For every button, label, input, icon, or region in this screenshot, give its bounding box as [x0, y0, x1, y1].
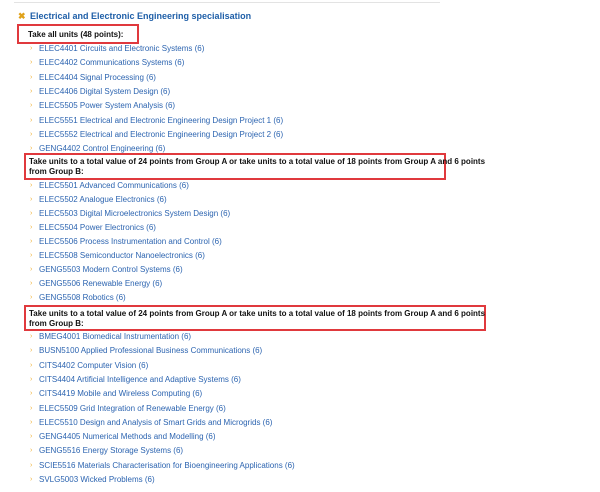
unit-list-item[interactable]: › ELEC5501 Advanced Communications (6) [30, 179, 189, 192]
chevron-right-icon: › [30, 390, 33, 398]
unit-list-item[interactable]: › GENG5506 Renewable Energy (6) [30, 277, 162, 290]
unit-list-item[interactable]: › GENG5508 Robotics (6) [30, 291, 126, 304]
top-divider [14, 2, 440, 3]
unit-list-item[interactable]: › CITS4419 Mobile and Wireless Computing … [30, 387, 202, 400]
unit-list-item[interactable]: › ELEC5509 Grid Integration of Renewable … [30, 402, 226, 415]
chevron-right-icon: › [30, 130, 33, 138]
unit-link[interactable]: ELEC5506 Process Instrumentation and Con… [39, 237, 222, 246]
chevron-right-icon: › [30, 433, 33, 441]
unit-link[interactable]: ELEC5502 Analogue Electronics (6) [39, 195, 167, 204]
chevron-right-icon: › [30, 182, 33, 189]
chevron-right-icon: › [30, 447, 33, 455]
unit-link[interactable]: ELEC5503 Digital Microelectronics System… [39, 209, 230, 218]
unit-link[interactable]: SVLG5003 Wicked Problems (6) [39, 475, 155, 484]
group3-heading-line2: from Group B: [29, 319, 84, 328]
unit-link[interactable]: ELEC5509 Grid Integration of Renewable E… [39, 404, 226, 413]
unit-link[interactable]: GENG5506 Renewable Energy (6) [39, 279, 162, 288]
unit-list-item[interactable]: › ELEC5510 Design and Analysis of Smart G… [30, 416, 272, 429]
unit-link[interactable]: GENG4402 Control Engineering (6) [39, 144, 165, 153]
chevron-right-icon: › [30, 266, 33, 273]
unit-list-item[interactable]: › ELEC5506 Process Instrumentation and Co… [30, 235, 222, 248]
unit-link[interactable]: ELEC5551 Electrical and Electronic Engin… [39, 116, 283, 125]
unit-list-item[interactable]: › ELEC4402 Communications Systems (6) [30, 56, 184, 69]
chevron-right-icon: › [30, 252, 33, 259]
unit-link[interactable]: BUSN5100 Applied Professional Business C… [39, 346, 262, 355]
chevron-right-icon: › [30, 333, 33, 340]
specialisation-title[interactable]: Electrical and Electronic Engineering sp… [30, 11, 251, 21]
unit-link[interactable]: ELEC5501 Advanced Communications (6) [39, 181, 189, 190]
unit-link[interactable]: CITS4402 Computer Vision (6) [39, 361, 148, 370]
unit-list-item[interactable]: › ELEC5551 Electrical and Electronic Engi… [30, 114, 283, 127]
group3-heading-line1: Take units to a total value of 24 points… [29, 309, 486, 318]
unit-link[interactable]: SCIE5516 Materials Characterisation for … [39, 461, 295, 470]
chevron-right-icon: › [30, 375, 33, 383]
unit-list-item[interactable]: › ELEC5505 Power System Analysis (6) [30, 99, 175, 112]
unit-link[interactable]: ELEC4404 Signal Processing (6) [39, 73, 156, 82]
chevron-right-icon: › [30, 210, 33, 217]
unit-list-item[interactable]: › ELEC5504 Power Electronics (6) [30, 221, 156, 234]
chevron-right-icon: › [30, 418, 33, 426]
unit-link[interactable]: ELEC5505 Power System Analysis (6) [39, 101, 175, 110]
chevron-right-icon: › [30, 102, 33, 110]
unit-list-item[interactable]: › CITS4402 Computer Vision (6) [30, 359, 148, 372]
chevron-right-icon: › [30, 294, 33, 301]
chevron-right-icon: › [30, 347, 33, 355]
specialisation-header[interactable]: ✖ Electrical and Electronic Engineering … [18, 9, 251, 23]
unit-list-item[interactable]: › SCIE5516 Materials Characterisation for… [30, 459, 295, 472]
chevron-right-icon: › [30, 238, 33, 245]
unit-list-item[interactable]: › SVLG5003 Wicked Problems (6) [30, 473, 155, 486]
unit-link[interactable]: ELEC5504 Power Electronics (6) [39, 223, 156, 232]
unit-link[interactable]: ELEC5552 Electrical and Electronic Engin… [39, 130, 283, 139]
chevron-right-icon: › [30, 196, 33, 203]
unit-link[interactable]: CITS4419 Mobile and Wireless Computing (… [39, 389, 202, 398]
unit-link[interactable]: ELEC4402 Communications Systems (6) [39, 58, 184, 67]
unit-list-item[interactable]: › GENG5503 Modern Control Systems (6) [30, 263, 183, 276]
unit-list-item[interactable]: › ELEC4401 Circuits and Electronic System… [30, 42, 204, 55]
unit-list-item[interactable]: › GENG4405 Numerical Methods and Modellin… [30, 430, 216, 443]
chevron-right-icon: › [30, 59, 33, 67]
chevron-right-icon: › [30, 476, 33, 483]
unit-list-item[interactable]: › ELEC5503 Digital Microelectronics Syste… [30, 207, 230, 220]
unit-link[interactable]: BMEG4001 Biomedical Instrumentation (6) [39, 332, 191, 341]
group1-heading: Take all units (48 points): [28, 30, 124, 39]
chevron-right-icon: › [30, 145, 33, 153]
unit-list-item[interactable]: › ELEC5552 Electrical and Electronic Engi… [30, 128, 283, 141]
unit-link[interactable]: ELEC5508 Semiconductor Nanoelectronics (… [39, 251, 205, 260]
unit-list-item[interactable]: › CITS4404 Artificial Intelligence and Ad… [30, 373, 241, 386]
unit-list-item[interactable]: › ELEC4404 Signal Processing (6) [30, 71, 156, 84]
unit-list-item[interactable]: › BUSN5100 Applied Professional Business … [30, 344, 262, 357]
chevron-right-icon: › [30, 404, 33, 412]
chevron-right-icon: › [30, 280, 33, 287]
chevron-right-icon: › [30, 461, 33, 469]
unit-link[interactable]: GENG5503 Modern Control Systems (6) [39, 265, 183, 274]
unit-link[interactable]: CITS4404 Artificial Intelligence and Ada… [39, 375, 241, 384]
group2-heading-line2: from Group B: [29, 167, 84, 176]
x-icon[interactable]: ✖ [18, 9, 28, 23]
unit-link[interactable]: GENG4405 Numerical Methods and Modelling… [39, 432, 216, 441]
unit-link[interactable]: GENG5508 Robotics (6) [39, 293, 126, 302]
chevron-right-icon: › [30, 73, 33, 81]
unit-list-item[interactable]: › ELEC5508 Semiconductor Nanoelectronics … [30, 249, 205, 262]
group2-heading-line1: Take units to a total value of 24 points… [29, 157, 486, 166]
chevron-right-icon: › [30, 361, 33, 369]
unit-list-item[interactable]: › ELEC5502 Analogue Electronics (6) [30, 193, 167, 206]
unit-list-item[interactable]: › BMEG4001 Biomedical Instrumentation (6) [30, 330, 191, 343]
unit-link[interactable]: ELEC4401 Circuits and Electronic Systems… [39, 44, 204, 53]
unit-link[interactable]: GENG5516 Energy Storage Systems (6) [39, 446, 183, 455]
unit-link[interactable]: ELEC5510 Design and Analysis of Smart Gr… [39, 418, 272, 427]
chevron-right-icon: › [30, 45, 33, 52]
unit-link[interactable]: ELEC4406 Digital System Design (6) [39, 87, 170, 96]
chevron-right-icon: › [30, 87, 33, 95]
chevron-right-icon: › [30, 224, 33, 231]
unit-list-item[interactable]: › GENG5516 Energy Storage Systems (6) [30, 444, 183, 457]
chevron-right-icon: › [30, 116, 33, 124]
unit-list-item[interactable]: › ELEC4406 Digital System Design (6) [30, 85, 170, 98]
